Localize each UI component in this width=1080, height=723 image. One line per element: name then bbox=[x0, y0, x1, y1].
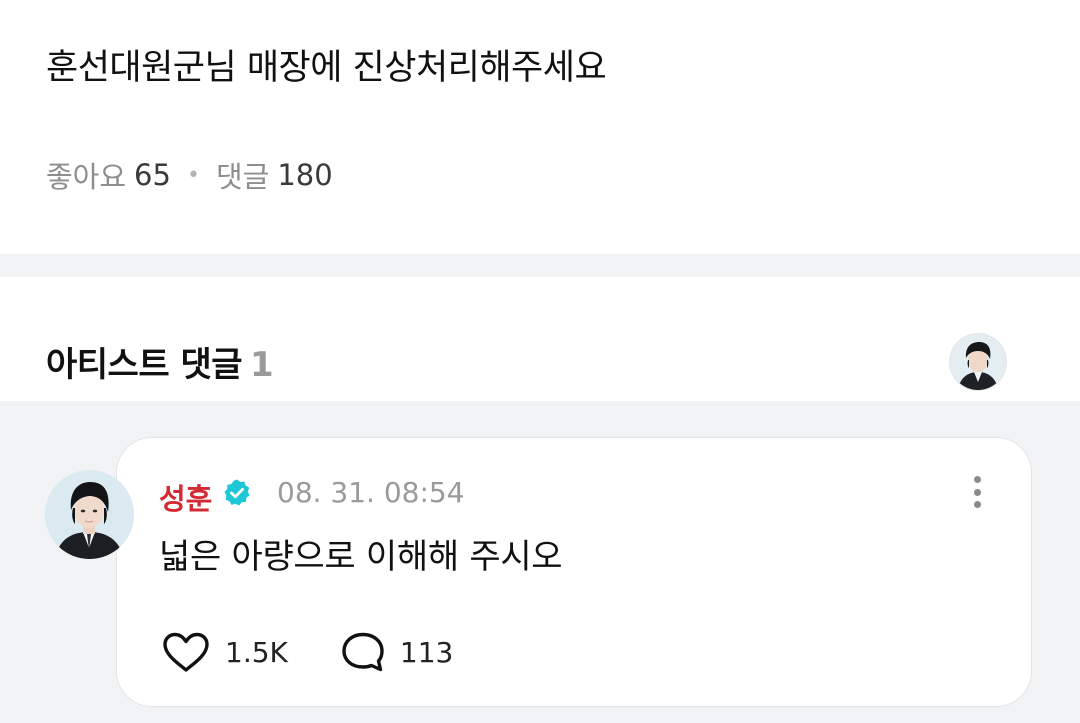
reply-count: 113 bbox=[399, 635, 454, 669]
post-stats: 좋아요 65 • 댓글 180 bbox=[46, 155, 333, 195]
heart-outline-icon bbox=[163, 632, 209, 672]
likes-count: 65 bbox=[134, 158, 171, 192]
post-title: 훈선대원군님 매장에 진상처리해주세요 bbox=[46, 48, 607, 88]
like-count: 1.5K bbox=[225, 635, 288, 669]
page: 훈선대원군님 매장에 진상처리해주세요 좋아요 65 • 댓글 180 아티스트… bbox=[0, 0, 1080, 723]
comment-actions: 1.5K 113 bbox=[161, 630, 453, 674]
comments-area: 성훈 08. 31. 08:54 넓은 아량으로 이해해 주시오 1.5K 11… bbox=[0, 401, 1080, 723]
avatar-image bbox=[45, 470, 134, 559]
comment-card: 성훈 08. 31. 08:54 넓은 아량으로 이해해 주시오 1.5K 11… bbox=[116, 437, 1032, 707]
avatar-image bbox=[950, 334, 1006, 390]
comments-count: 180 bbox=[277, 158, 333, 192]
verified-badge-icon bbox=[224, 479, 250, 506]
section-divider bbox=[0, 254, 1080, 277]
reply-button[interactable]: 113 bbox=[340, 631, 453, 673]
stat-separator-dot: • bbox=[186, 162, 200, 188]
comment-author-name[interactable]: 성훈 bbox=[159, 476, 212, 518]
comments-label: 댓글 bbox=[215, 160, 270, 194]
more-vertical-icon[interactable] bbox=[965, 472, 989, 512]
speech-bubble-icon bbox=[342, 632, 384, 672]
post-section: 훈선대원군님 매장에 진상처리해주세요 좋아요 65 • 댓글 180 bbox=[0, 0, 1080, 254]
like-button[interactable]: 1.5K bbox=[161, 631, 288, 673]
artist-comments-title: 아티스트 댓글 1 bbox=[46, 337, 274, 386]
artist-comments-count: 1 bbox=[250, 345, 274, 385]
artist-comments-title-text: 아티스트 댓글 bbox=[46, 345, 243, 385]
comment-author-avatar[interactable] bbox=[45, 470, 134, 559]
artist-comments-header: 아티스트 댓글 1 bbox=[0, 277, 1080, 401]
comment-text: 넓은 아량으로 이해해 주시오 bbox=[159, 537, 563, 577]
likes-label: 좋아요 bbox=[46, 160, 127, 194]
artist-avatar-small[interactable] bbox=[950, 334, 1006, 390]
comment-timestamp: 08. 31. 08:54 bbox=[277, 476, 465, 509]
